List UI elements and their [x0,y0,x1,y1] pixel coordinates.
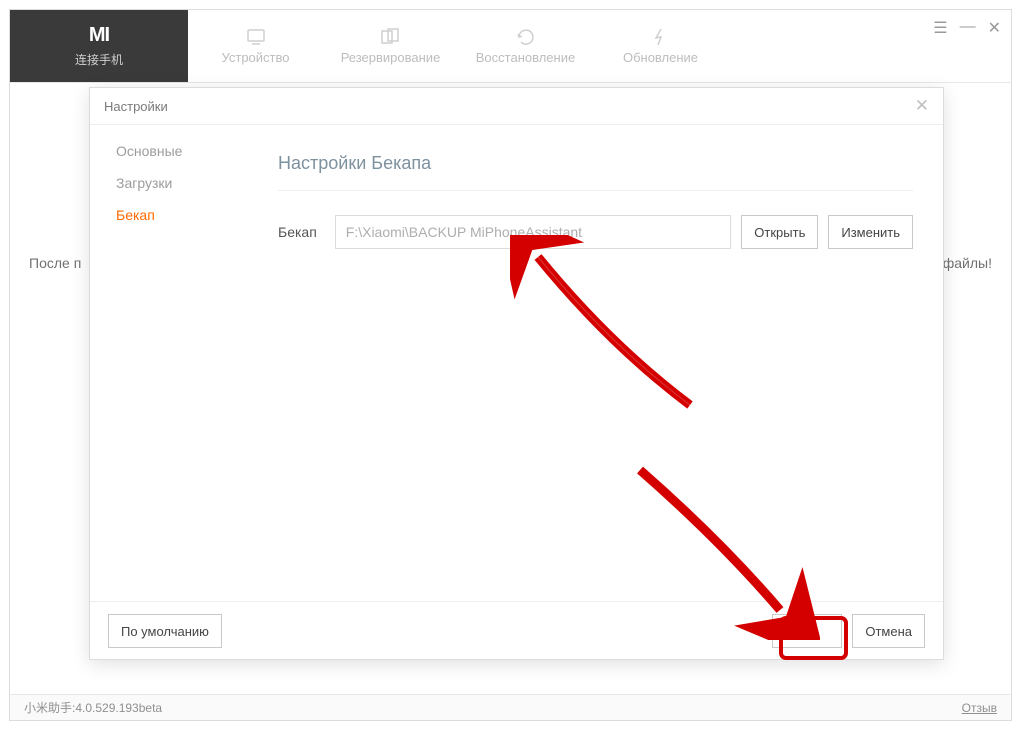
minimize-icon[interactable]: — [960,18,976,38]
nav-device[interactable]: Устройство [188,28,323,65]
menu-icon[interactable]: ☰ [933,18,947,38]
update-icon [650,28,672,46]
nav-update-label: Обновление [623,50,698,65]
cancel-button[interactable]: Отмена [852,614,925,648]
nav-update[interactable]: Обновление [593,28,728,65]
nav-restore-label: Восстановление [476,50,575,65]
settings-dialog: Настройки ✕ Основные Загрузки Бекап Наст… [89,87,944,660]
background-text-right: файлы! [943,255,992,271]
app-window: MI 连接手机 Устройство Резервирование Восста… [9,9,1012,721]
dialog-body: Основные Загрузки Бекап Настройки Бекапа… [90,124,943,602]
nav-restore[interactable]: Восстановление [458,28,593,65]
background-text-left: После п [29,255,81,271]
change-button[interactable]: Изменить [828,215,913,249]
device-icon [245,28,267,46]
nav-backup-label: Резервирование [341,50,441,65]
sidebar-item-downloads[interactable]: Загрузки [116,175,250,191]
restore-icon [515,28,537,46]
open-button[interactable]: Открыть [741,215,818,249]
close-icon[interactable]: ✕ [988,18,1001,38]
dialog-footer: По умолчанию OK Отмена [90,602,943,660]
sidebar-item-general[interactable]: Основные [116,143,250,159]
default-button[interactable]: По умолчанию [108,614,222,648]
window-controls: ☰ — ✕ [933,18,1001,38]
section-title: Настройки Бекапа [278,153,913,191]
backup-path-input[interactable] [335,215,732,249]
nav-device-label: Устройство [221,50,289,65]
dialog-title: Настройки [104,99,168,114]
sidebar-item-backup[interactable]: Бекап [116,207,250,223]
ok-button[interactable]: OK [772,614,842,648]
dialog-titlebar: Настройки ✕ [90,88,943,124]
top-nav: Устройство Резервирование Восстановление… [188,10,728,82]
status-bar: 小米助手:4.0.529.193beta Отзыв [10,694,1011,720]
connect-phone-label: 连接手机 [75,51,123,68]
backup-icon [380,28,402,46]
nav-backup[interactable]: Резервирование [323,28,458,65]
feedback-link[interactable]: Отзыв [962,701,997,715]
dialog-close-icon[interactable]: ✕ [915,96,929,116]
dialog-content: Настройки Бекапа Бекап Открыть Изменить [250,125,943,601]
header: MI 连接手机 Устройство Резервирование Восста… [10,10,1011,83]
brand-block: MI 连接手机 [10,10,188,82]
mi-logo: MI [89,24,109,47]
dialog-sidebar: Основные Загрузки Бекап [90,125,250,601]
backup-path-label: Бекап [278,224,317,240]
backup-path-row: Бекап Открыть Изменить [278,215,913,249]
version-label: 小米助手:4.0.529.193beta [24,699,162,716]
